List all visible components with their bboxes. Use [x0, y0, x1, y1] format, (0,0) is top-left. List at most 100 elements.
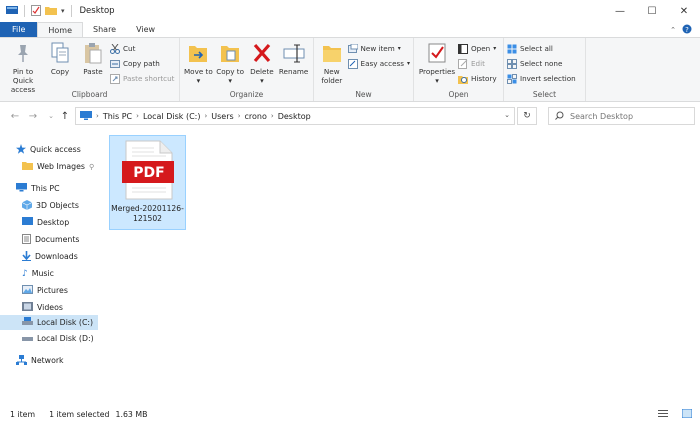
forward-arrow-icon[interactable]: →	[24, 107, 42, 125]
file-item[interactable]: PDF Merged-20201126-121502	[109, 135, 186, 230]
copy-path-button[interactable]: Copy path	[110, 57, 174, 70]
nav-local-disk-c[interactable]: Local Disk (C:)	[0, 315, 98, 330]
selection-status: 1 item selected	[49, 409, 110, 419]
up-arrow-icon[interactable]: ↑	[56, 107, 74, 125]
item-count: 1 item	[10, 409, 36, 419]
nav-label: Desktop	[37, 218, 70, 227]
select-none-icon	[507, 58, 517, 69]
crumb-desktop[interactable]: Desktop	[278, 112, 311, 121]
move-to-button[interactable]: Move to ▾	[183, 41, 214, 85]
delete-button[interactable]: Delete ▾	[247, 41, 278, 85]
cut-label: Cut	[123, 44, 136, 53]
organize-group: Move to ▾ Copy to ▾ Delete ▾ Rename Organiz…	[180, 38, 314, 101]
crumb-crono[interactable]: crono	[245, 112, 267, 121]
nav-pictures[interactable]: Pictures	[0, 283, 98, 298]
svg-text:?: ?	[685, 26, 689, 34]
nav-local-disk-d[interactable]: Local Disk (D:)	[0, 331, 98, 346]
properties-check-icon[interactable]	[31, 4, 41, 18]
refresh-icon[interactable]: ↻	[517, 107, 537, 125]
edit-button[interactable]: Edit	[458, 57, 497, 70]
nav-network[interactable]: Network	[0, 353, 98, 368]
new-item-icon	[347, 43, 358, 54]
copy-icon	[49, 41, 71, 65]
navigation-pane: Quick access Web Images ⚲ This PC 3D Obj…	[0, 135, 100, 395]
copy-button[interactable]: Copy	[44, 41, 76, 76]
paste-button[interactable]: Paste	[77, 41, 109, 76]
select-none-label: Select none	[520, 59, 563, 68]
crumb-separator: ›	[136, 112, 139, 120]
large-icons-view-icon[interactable]	[681, 408, 693, 420]
new-folder-label: New folder	[321, 67, 343, 85]
tab-share[interactable]: Share	[83, 22, 126, 37]
nav-desktop[interactable]: Desktop	[0, 215, 98, 230]
crumb-separator: ›	[204, 112, 208, 120]
select-all-button[interactable]: Select all	[507, 42, 576, 55]
chevron-up-icon[interactable]: ⌃	[670, 26, 676, 34]
new-folder-icon[interactable]	[45, 5, 57, 17]
select-group: Select all Select none Invert selection …	[504, 38, 586, 101]
clipboard-group-label: Clipboard	[71, 90, 108, 99]
download-arrow-icon	[22, 250, 31, 263]
nav-3d-objects[interactable]: 3D Objects	[0, 198, 98, 213]
tab-view[interactable]: View	[126, 22, 165, 37]
ribbon: Pin to Quick access Copy Paste Cut Copy …	[0, 37, 700, 102]
pin-quick-access-button[interactable]: Pin to Quick access	[3, 41, 43, 94]
easy-access-button[interactable]: Easy access ▾	[347, 57, 410, 70]
crumb-users[interactable]: Users	[211, 112, 233, 121]
close-button[interactable]: ✕	[668, 0, 700, 22]
cut-button[interactable]: Cut	[110, 42, 174, 55]
nav-quick-access[interactable]: Quick access	[0, 142, 98, 157]
organize-group-label: Organize	[229, 90, 264, 99]
divider	[24, 5, 25, 17]
copy-path-icon	[110, 59, 120, 69]
search-box[interactable]	[548, 107, 695, 125]
rename-button[interactable]: Rename	[278, 41, 309, 76]
chevron-down-icon: ▾	[493, 45, 497, 52]
file-list: PDF Merged-20201126-121502	[104, 130, 700, 395]
explorer-icon[interactable]	[6, 5, 18, 17]
nav-videos[interactable]: Videos	[0, 300, 98, 315]
tab-home[interactable]: Home	[37, 22, 84, 37]
open-group: Properties ▾ Open ▾ Edit History Open	[414, 38, 504, 101]
easy-access-label: Easy access	[360, 59, 404, 68]
search-input[interactable]	[570, 111, 680, 121]
nav-this-pc[interactable]: This PC	[0, 181, 98, 196]
customize-qa-icon[interactable]: ▾	[61, 7, 65, 15]
maximize-button[interactable]: ☐	[636, 0, 668, 22]
edit-label: Edit	[471, 59, 485, 68]
nav-music[interactable]: ♪ Music	[0, 266, 98, 281]
crumb-local-disk[interactable]: Local Disk (C:)	[143, 112, 201, 121]
chevron-down-icon[interactable]: ⌄	[504, 111, 510, 119]
nav-label: Downloads	[35, 252, 78, 261]
nav-label: Pictures	[37, 286, 68, 295]
help-icon[interactable]: ?	[682, 24, 692, 36]
invert-selection-button[interactable]: Invert selection	[507, 72, 576, 85]
copy-to-button[interactable]: Copy to ▾	[215, 41, 246, 85]
nav-label: Music	[31, 269, 54, 278]
address-bar[interactable]: › This PC › Local Disk (C:) › Users › cr…	[75, 107, 515, 125]
drive-icon	[22, 317, 33, 328]
select-all-label: Select all	[520, 44, 553, 53]
open-button[interactable]: Open ▾	[458, 42, 497, 55]
minimize-button[interactable]: —	[604, 0, 636, 22]
back-arrow-icon[interactable]: ←	[6, 107, 24, 125]
properties-label: Properties ▾	[418, 67, 456, 85]
crumb-this-pc[interactable]: This PC	[103, 112, 132, 121]
tab-file[interactable]: File	[0, 22, 38, 37]
address-row: ← → ⌄ ↑ › This PC › Local Disk (C:) › Us…	[0, 103, 700, 130]
nav-downloads[interactable]: Downloads	[0, 249, 98, 264]
select-none-button[interactable]: Select none	[507, 57, 576, 70]
properties-icon	[426, 41, 448, 65]
crumb-separator: ›	[237, 112, 241, 120]
properties-button[interactable]: Properties ▾	[417, 41, 457, 85]
move-to-icon	[187, 41, 209, 65]
copy-to-icon	[219, 41, 241, 65]
new-item-button[interactable]: New item ▾	[347, 42, 410, 55]
details-view-icon[interactable]	[658, 409, 668, 420]
paste-shortcut-button[interactable]: Paste shortcut	[110, 72, 174, 85]
nav-documents[interactable]: Documents	[0, 232, 98, 247]
history-button[interactable]: History	[458, 72, 497, 85]
new-folder-button[interactable]: New folder	[317, 41, 347, 85]
document-icon	[22, 233, 31, 246]
nav-web-images[interactable]: Web Images ⚲	[0, 159, 98, 174]
